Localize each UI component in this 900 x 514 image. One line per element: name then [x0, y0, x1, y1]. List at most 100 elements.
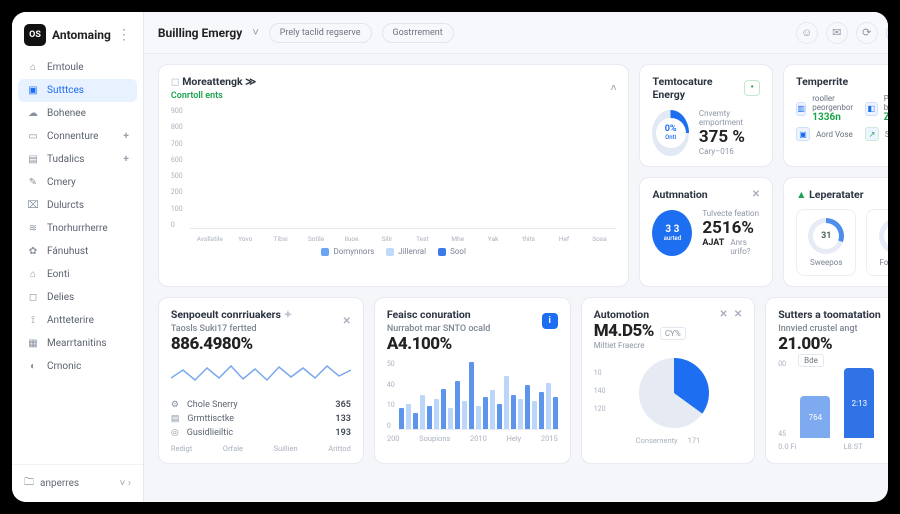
nav-icon: ≋ [26, 223, 40, 234]
am-title: Autmnation [652, 188, 707, 201]
card-laperatater: ▲ Leperatater ✕ 31Sweepos 8:Footer 99 [783, 177, 888, 287]
check-icon: • [744, 80, 760, 96]
sidebar-menu-icon[interactable]: ⋮ [117, 27, 131, 43]
tp-l1: rooller peorgenbor [812, 94, 857, 112]
mail-icon[interactable]: ✉ [826, 22, 848, 44]
chip-icon: ▣ [796, 127, 810, 141]
am-tiny: Anrs urifo? [730, 238, 760, 256]
nav-label: Crnonic [47, 361, 81, 372]
lp-gauge-2: 8:Footer 99 [866, 209, 888, 276]
filter-pill-1[interactable]: Prely taclid regserve [269, 23, 372, 43]
stat-icon: ▤ [171, 414, 180, 424]
am-sub1: Tulvecte feation [702, 209, 760, 218]
sp-sub: Taosls Suki17 fertted [171, 324, 292, 334]
sidebar-item-8[interactable]: ✿ Fánuhust [18, 240, 137, 263]
tp-l2: Aord Vose [816, 130, 853, 139]
collapse-icon[interactable]: ˄ [611, 83, 617, 94]
sp-title: Senpoeult conrriuakers [171, 308, 281, 321]
nav-icon: ✿ [26, 246, 40, 257]
filter-pill-2[interactable]: Gostrrement [382, 23, 454, 43]
nav-label: Cmery [47, 177, 76, 188]
au-big: M4.D5% [594, 321, 654, 341]
nav-icon: ◻ [26, 292, 40, 303]
nav-icon: ☁ [26, 108, 40, 119]
sidebar-item-4[interactable]: ▤ Tudalics + [18, 148, 137, 171]
lp-gauge-1: 31Sweepos [796, 209, 856, 276]
su-sub: Innvied crustel angt [778, 324, 881, 334]
card-sutters: Sutters a toomatationInnvied crustel ang… [765, 297, 888, 464]
su-bars: 764 2:13 AFL [792, 360, 888, 438]
chat-icon[interactable]: ☺ [796, 22, 818, 44]
card-senpoeult: Senpoeult conrriuakers ✦Taosls Suki17 fe… [158, 297, 364, 464]
sidebar-item-11[interactable]: ⟟Antteterire [18, 309, 137, 332]
sidebar-item-5[interactable]: ✎Cmery [18, 171, 137, 194]
card-temp-energy: Temtocature Energy • 0%Onti Cnvemty empo… [639, 64, 773, 167]
am-big: 2516% [702, 218, 760, 238]
sidebar-footer[interactable]: 🗀 anperres ˅ › [12, 464, 143, 502]
sidebar-item-3[interactable]: ▭ Connenture + [18, 125, 137, 148]
nav-icon: ▭ [26, 131, 40, 142]
folder-icon: 🗀 [24, 475, 34, 492]
sidebar-item-12[interactable]: ▦ Mearrtanitins [18, 332, 137, 355]
sidebar-item-13[interactable]: ◐ Crnonic [18, 355, 137, 378]
am-extra: AJAT [702, 238, 724, 248]
sidebar-item-7[interactable]: ≋ Tnorhurrherre [18, 217, 137, 240]
sidebar-footer-label: anperres [40, 478, 79, 489]
nav-label: Mearrtanitins [47, 338, 107, 349]
nav-label: Emtoule [47, 62, 84, 73]
fc-big: A4.100% [387, 334, 558, 354]
nav-icon: ▤ [26, 154, 40, 165]
plus-icon[interactable]: + [123, 154, 128, 165]
page-title: Builling Emergy [158, 26, 242, 40]
video-icon[interactable]: ⟳ [856, 22, 878, 44]
nav-label: Tnorhurrherre [47, 223, 108, 234]
bell-icon[interactable]: ✦ [886, 22, 888, 44]
nav-label: Eonti [47, 269, 70, 280]
chip-icon: ▥ [796, 102, 806, 116]
legend-1: Domynnors [333, 247, 374, 256]
moreat-barchart: 9008007006005002001000 [171, 101, 617, 231]
fc-title: Feaisc conuration [387, 308, 471, 321]
more-icon[interactable]: ✕ [719, 309, 727, 320]
card-temperite: Temperrite ✕ ▥rooller peorgenbor1336n ◧P… [783, 64, 888, 167]
sidebar-item-2[interactable]: ☁ Bohenee [18, 102, 137, 125]
tp-l3: Pd brainteum [884, 94, 888, 112]
tp-v1: 1336n [812, 112, 857, 123]
nav-icon: ▦ [26, 338, 40, 349]
brand: OS Antomaing ⋮ [12, 12, 143, 56]
nav-icon: ⌂ [26, 62, 40, 73]
sidebar-item-10[interactable]: ◻ Delies [18, 286, 137, 309]
nav-icon: ◐ [26, 361, 40, 372]
te-sub1: Cnvemty emportment [699, 109, 760, 127]
stat-row: ⚙Chole Snerry365 [171, 398, 351, 412]
card-moreattengk: ◻ Moreattengk ≫ Conrtoll ents ˄ 90080070… [158, 64, 630, 287]
plus-icon[interactable]: + [123, 131, 128, 142]
sidebar-item-1[interactable]: ▣Sutttces [18, 79, 137, 102]
moreat-title: Moreattengk ≫ [182, 75, 256, 88]
te-gauge: 0%Onti [652, 110, 688, 156]
nav-label: Bohenee [47, 108, 86, 119]
nav-icon: ⌧ [26, 200, 40, 211]
nav-icon: ⌂ [26, 269, 40, 280]
close-icon[interactable]: ✕ [752, 189, 760, 200]
card-feaisc: Feaisc conuration Nurrabot mar SNTO ocald… [374, 297, 571, 464]
sidebar-item-0[interactable]: ⌂ Emtoule [18, 56, 137, 79]
sidebar-item-9[interactable]: ⌂ Eonti [18, 263, 137, 286]
stat-row: ▤Grmttisctke133 [171, 412, 351, 426]
au-title: Automotion [594, 308, 649, 321]
close-icon[interactable]: ✕ [342, 316, 350, 327]
nav-label: Tudalics [47, 154, 84, 165]
nav-icon: ⟟ [26, 315, 40, 326]
chip-icon: ◧ [865, 102, 878, 116]
sidebar-item-6[interactable]: ⌧Dulurcts [18, 194, 137, 217]
fc-sub: Nurrabot mar SNTO ocald [387, 324, 490, 334]
close-icon[interactable]: ✕ [734, 309, 742, 320]
nav-label: Connenture [47, 131, 98, 142]
nav-label: Delies [47, 292, 74, 303]
chevron-down-icon[interactable]: ˅ [252, 26, 258, 39]
nav-label: Fánuhust [47, 246, 88, 257]
sp-sparkline [171, 360, 351, 390]
card-automotion: Automotion✕✕ M4.D5%CY% Miltiet Fraecre 1… [581, 297, 755, 464]
lp-title: Leperatater [809, 188, 863, 201]
fc-bars [399, 360, 558, 430]
